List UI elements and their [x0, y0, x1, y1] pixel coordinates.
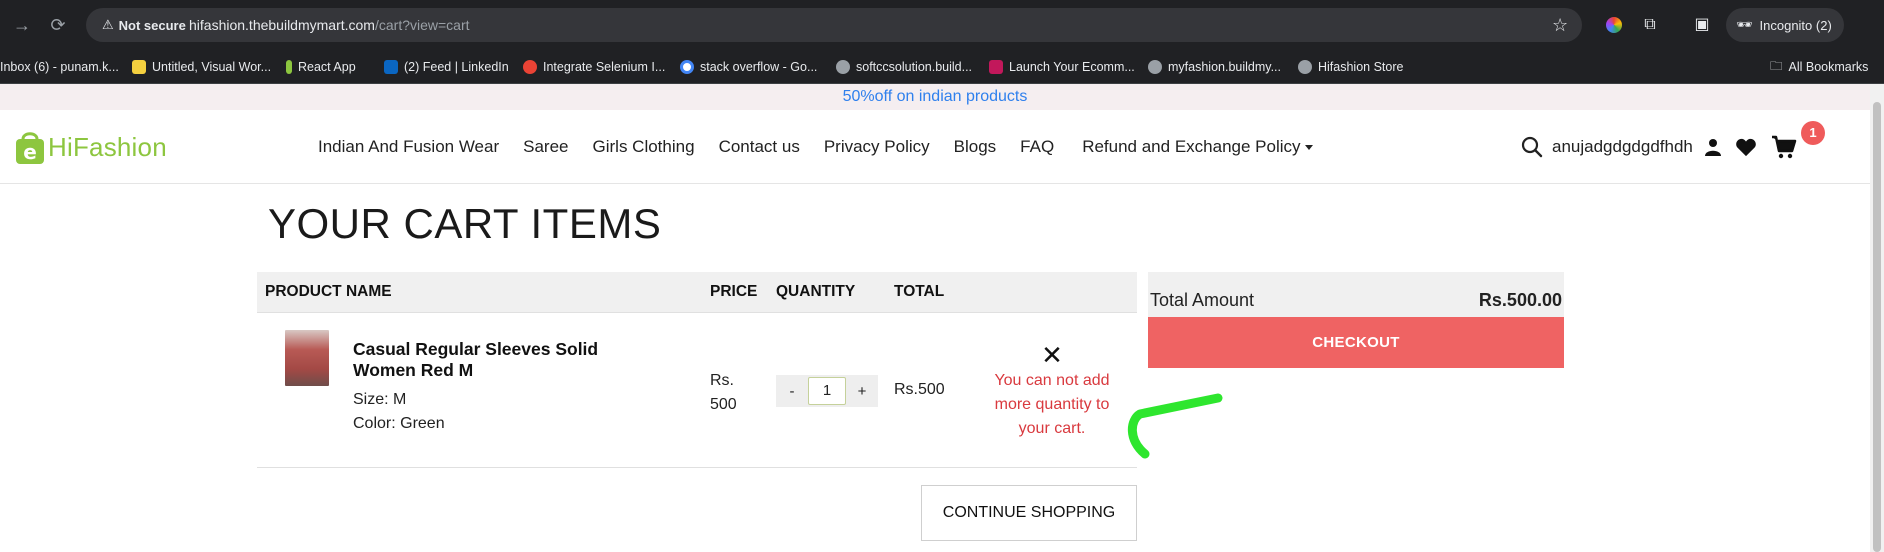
nav-blogs[interactable]: Blogs [954, 137, 997, 157]
page-title: YOUR CART ITEMS [268, 200, 662, 247]
nav-indian-fusion-wear[interactable]: Indian And Fusion Wear [318, 137, 499, 157]
header-actions: anujadgdgdgdfhdh [1520, 110, 1797, 184]
quantity-error-message: You can not add more quantity to your ca… [994, 372, 1110, 437]
bookmark-item[interactable]: myfashion.buildmy... [1148, 50, 1281, 84]
total-amount-label: Total Amount [1150, 290, 1255, 310]
column-quantity: QUANTITY [776, 283, 856, 300]
chrome-icon [523, 60, 537, 74]
column-price: PRICE [710, 283, 758, 300]
browser-toolbar: → ⟳ ⚠ Not secure hifashion.thebuildmymar… [0, 0, 1884, 50]
nav-girls-clothing[interactable]: Girls Clothing [593, 137, 695, 157]
address-bar[interactable]: ⚠ Not secure hifashion.thebuildmymart.co… [86, 8, 1582, 42]
bookmark-item[interactable]: Integrate Selenium I... [523, 50, 665, 84]
heart-icon[interactable] [1735, 137, 1757, 157]
cart-count-badge: 1 [1801, 121, 1825, 145]
account-username[interactable]: anujadgdgdgdfhdh [1552, 137, 1693, 157]
site-logo[interactable]: e HiFashion [14, 128, 167, 166]
globe-icon [836, 60, 850, 74]
svg-text:e: e [23, 140, 37, 164]
logo-text-fashion: Fashion [72, 131, 167, 162]
bookmark-item[interactable]: (2) Feed | LinkedIn [384, 50, 509, 84]
product-thumbnail[interactable] [285, 330, 329, 386]
product-name[interactable]: Casual Regular Sleeves Solid Women Red M [353, 339, 633, 381]
cart-icon[interactable] [1771, 135, 1797, 159]
cart-item-row: Casual Regular Sleeves Solid Women Red M… [257, 312, 1137, 468]
all-bookmarks-button[interactable]: 🗀 All Bookmarks [1770, 50, 1868, 84]
cart-table: PRODUCT NAME PRICE QUANTITY TOTAL Casual… [257, 272, 1137, 468]
bookmark-favicon-icon [989, 60, 1003, 74]
shopping-bag-logo-icon: e [16, 132, 44, 164]
bookmark-star-icon[interactable]: ☆ [1552, 8, 1568, 42]
incognito-profile-button[interactable]: 🕶 Incognito (2) [1726, 8, 1844, 42]
bookmark-item[interactable]: Inbox (6) - punam.k... [0, 50, 119, 84]
bookmark-item[interactable]: React App [286, 50, 356, 84]
folder-icon: 🗀 [1770, 58, 1783, 73]
total-amount-row: Total Amount Rs.500.00 [1148, 272, 1564, 317]
reload-icon[interactable]: ⟳ [46, 13, 70, 37]
annotation-arrow-mark [1127, 393, 1223, 459]
bookmark-item[interactable]: softccsolution.build... [836, 50, 972, 84]
user-icon[interactable] [1703, 137, 1723, 157]
side-panel-icon[interactable]: ▣ [1690, 13, 1714, 37]
bookmarks-bar: Inbox (6) - punam.k... Untitled, Visual … [0, 50, 1884, 84]
not-secure-badge[interactable]: ⚠ Not secure [94, 13, 194, 37]
column-total: TOTAL [894, 283, 945, 300]
bookmark-item[interactable]: Untitled, Visual Wor... [132, 50, 271, 84]
product-size: Size: M [353, 391, 407, 408]
increase-quantity-button[interactable]: + [854, 383, 870, 400]
google-icon [680, 60, 694, 74]
logo-text-hi: Hi [48, 131, 73, 162]
bookmark-item[interactable]: Launch Your Ecomm... [989, 50, 1135, 84]
color-extension-icon[interactable] [1602, 13, 1626, 37]
site-header: e HiFashion Indian And Fusion Wear Saree… [0, 110, 1870, 184]
globe-icon [1298, 60, 1312, 74]
column-product-name: PRODUCT NAME [265, 283, 392, 300]
nav-faq[interactable]: FAQ [1020, 137, 1054, 157]
warning-icon: ⚠ [102, 17, 114, 32]
nav-refund-policy-dropdown[interactable]: Refund and Exchange Policy [1082, 137, 1313, 157]
cart-table-header: PRODUCT NAME PRICE QUANTITY TOTAL [257, 272, 1137, 312]
url-text[interactable]: hifashion.thebuildmymart.com/cart?view=c… [189, 8, 470, 42]
main-nav: Indian And Fusion Wear Saree Girls Cloth… [318, 110, 1337, 184]
forward-icon[interactable]: → [10, 13, 34, 37]
price-currency: Rs. [710, 372, 734, 389]
line-total: Rs.500 [894, 381, 945, 398]
order-summary: Total Amount Rs.500.00 CHECKOUT [1148, 272, 1564, 368]
promo-banner: 50%off on indian products [0, 84, 1870, 110]
decrease-quantity-button[interactable]: - [784, 383, 800, 400]
scrollbar-thumb[interactable] [1873, 102, 1881, 552]
bookmark-favicon-icon [132, 60, 146, 74]
remove-item-close-icon[interactable]: ✕ [1040, 342, 1064, 368]
nav-saree[interactable]: Saree [523, 137, 568, 157]
nav-contact-us[interactable]: Contact us [719, 137, 800, 157]
incognito-icon: 🕶 [1736, 17, 1753, 32]
quantity-input[interactable]: 1 [808, 377, 846, 405]
extensions-icon[interactable]: ⧉ [1638, 13, 1662, 37]
page-scrollbar[interactable] [1870, 84, 1884, 552]
price-value: 500 [710, 396, 737, 413]
continue-shopping-button[interactable]: CONTINUE SHOPPING [921, 485, 1137, 541]
product-color: Color: Green [353, 415, 445, 432]
search-icon[interactable] [1520, 135, 1544, 159]
linkedin-icon [384, 60, 398, 74]
globe-icon [1148, 60, 1162, 74]
bookmark-item[interactable]: Hifashion Store [1298, 50, 1403, 84]
nav-privacy-policy[interactable]: Privacy Policy [824, 137, 930, 157]
bookmark-item[interactable]: stack overflow - Go... [680, 50, 817, 84]
chevron-down-icon [1304, 145, 1313, 151]
product-price: Rs. 500 [710, 369, 737, 417]
checkout-button[interactable]: CHECKOUT [1148, 317, 1564, 368]
bookmark-favicon-icon [286, 60, 292, 74]
quantity-stepper: - 1 + [776, 375, 878, 407]
total-amount-value: Rs.500.00 [1478, 290, 1562, 310]
